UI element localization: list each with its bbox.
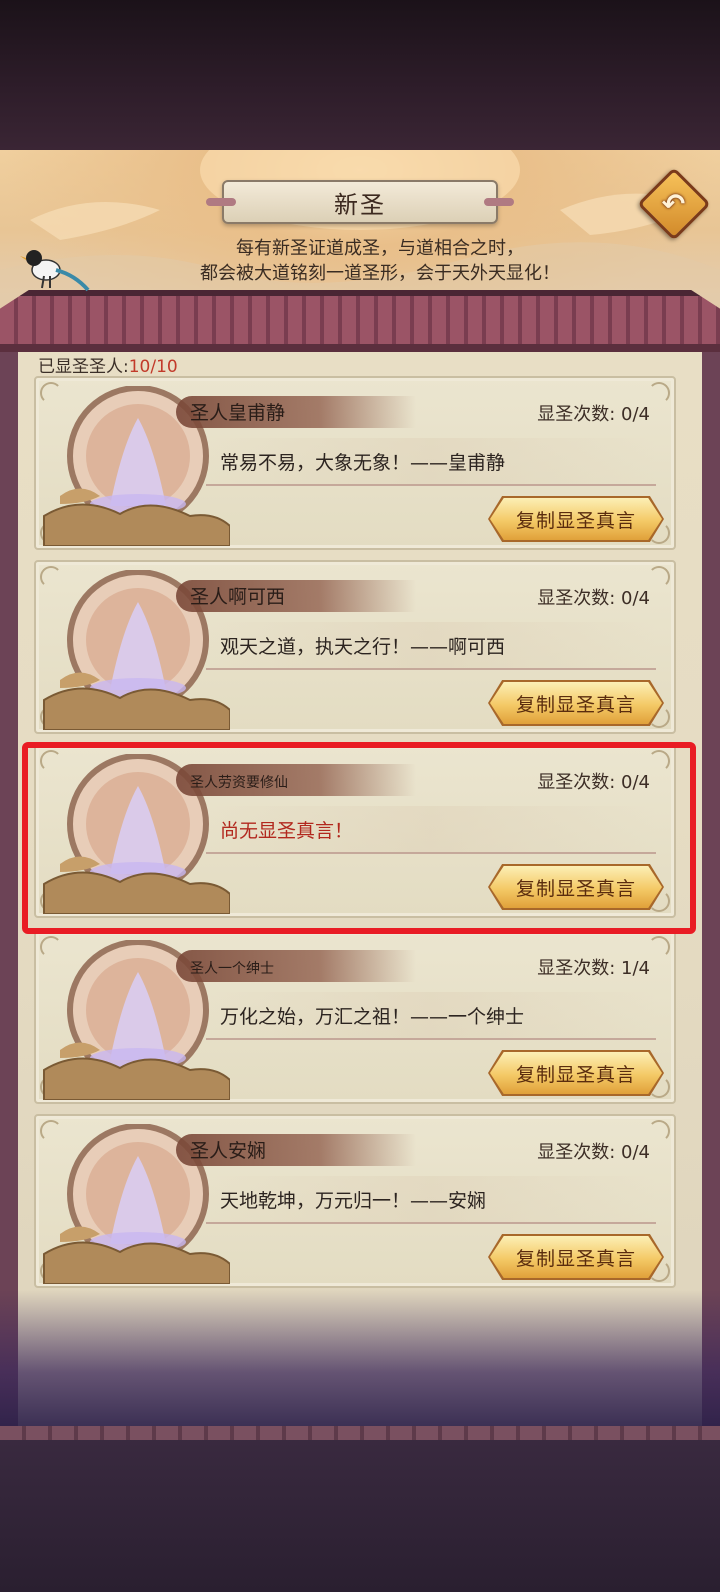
saint-name: 圣人啊可西	[190, 586, 286, 608]
saint-quote: 观天之道，执天之行！——啊可西	[220, 636, 506, 658]
copy-quote-label: 复制显圣真言	[515, 1247, 636, 1270]
copy-quote-label: 复制显圣真言	[515, 693, 636, 716]
saint-name: 圣人皇甫静	[190, 402, 286, 424]
magpie-bird-icon	[20, 250, 90, 292]
title-plaque: 新圣	[206, 180, 514, 224]
manifest-count: 显圣次数: 0/4	[537, 404, 650, 425]
saint-card: 圣人皇甫静 显圣次数: 0/4 常易不易，大象无象！——皇甫静 复制显圣真言	[34, 376, 676, 550]
roof-tiles	[0, 290, 720, 352]
copy-quote-label: 复制显圣真言	[515, 509, 636, 532]
manifest-count: 显圣次数: 0/4	[537, 588, 650, 609]
saint-name: 圣人一个绅士	[190, 961, 274, 977]
copy-quote-button[interactable]: 复制显圣真言	[490, 682, 662, 724]
back-arrow-icon: ↶	[662, 187, 686, 221]
saint-quote: 万化之始，万汇之祖！——一个绅士	[220, 1006, 525, 1028]
bottom-mist	[0, 1290, 720, 1440]
saint-card: 圣人安娴 显圣次数: 0/4 天地乾坤，万元归一！——安娴 复制显圣真言	[34, 1114, 676, 1288]
top-background	[0, 0, 720, 150]
description-line-2: 都会被大道铭刻一道圣形，会于天外天显化！	[200, 263, 560, 284]
manifest-count: 显圣次数: 0/4	[537, 1142, 650, 1163]
revealed-count: 已显圣圣人:10/10	[38, 352, 178, 377]
revealed-count-value: 10/10	[128, 357, 178, 377]
revealed-count-label: 已显圣圣人:	[38, 357, 129, 377]
description-line-1: 每有新圣证道成圣，与道相合之时，	[236, 238, 524, 259]
highlight-box	[22, 742, 696, 934]
copy-quote-button[interactable]: 复制显圣真言	[490, 498, 662, 540]
copy-quote-label: 复制显圣真言	[515, 1063, 636, 1086]
saint-card: 圣人一个绅士 显圣次数: 1/4 万化之始，万汇之祖！——一个绅士 复制显圣真言	[34, 930, 676, 1104]
panel-bottom-border	[0, 1426, 720, 1440]
header-description: 每有新圣证道成圣，与道相合之时， 都会被大道铭刻一道圣形，会于天外天显化！	[120, 236, 640, 286]
saint-card: 圣人啊可西 显圣次数: 0/4 观天之道，执天之行！——啊可西 复制显圣真言	[34, 560, 676, 734]
copy-quote-button[interactable]: 复制显圣真言	[490, 1052, 662, 1094]
copy-quote-button[interactable]: 复制显圣真言	[490, 1236, 662, 1278]
saint-name: 圣人安娴	[190, 1140, 267, 1162]
saint-quote: 天地乾坤，万元归一！——安娴	[220, 1190, 487, 1212]
bottom-background	[0, 1432, 720, 1592]
page-title: 新圣	[334, 190, 386, 219]
saint-quote: 常易不易，大象无象！——皇甫静	[220, 452, 506, 474]
manifest-count: 显圣次数: 1/4	[537, 958, 650, 979]
